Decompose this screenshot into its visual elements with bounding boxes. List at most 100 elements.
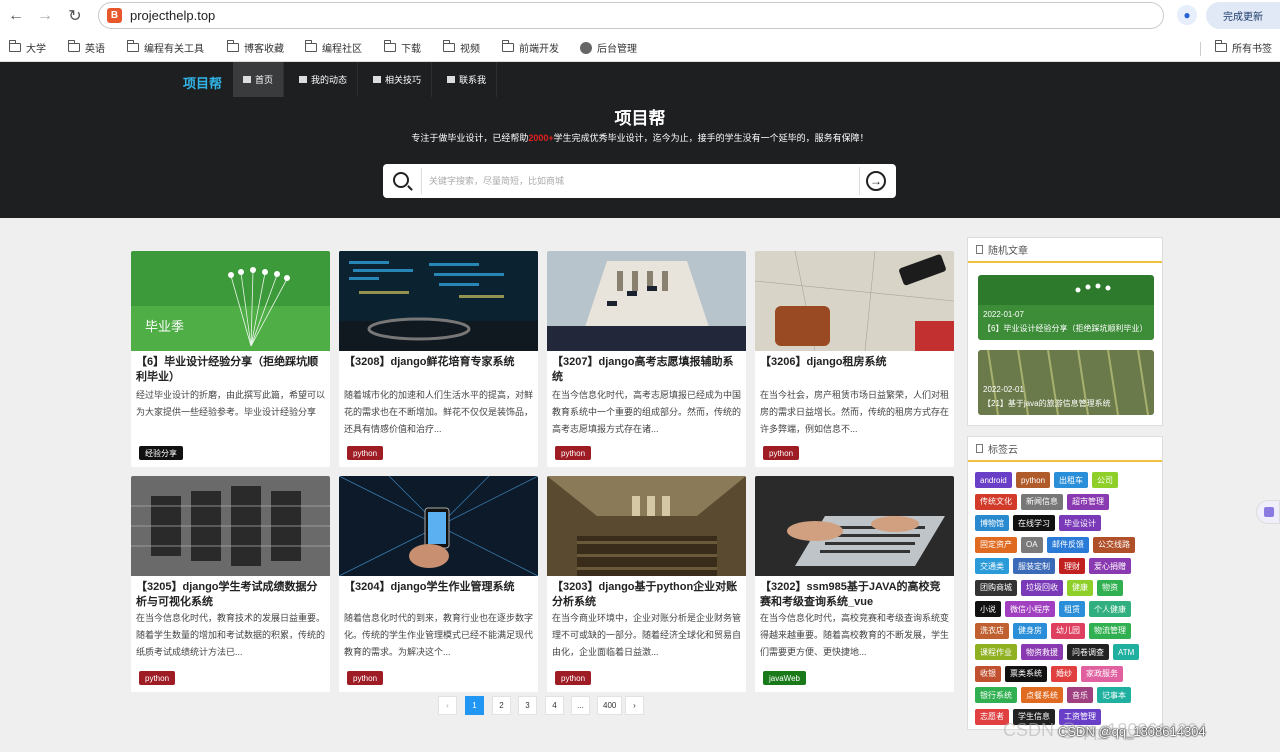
tag-item[interactable]: 爱心捐赠 bbox=[1089, 558, 1131, 574]
profile-icon[interactable]: ● bbox=[1177, 5, 1197, 25]
floating-assistant-icon[interactable] bbox=[1256, 500, 1280, 524]
card-title[interactable]: 【3208】django鲜花培育专家系统 bbox=[344, 355, 534, 370]
search-submit-button[interactable]: → bbox=[859, 167, 887, 195]
tag-item[interactable]: 洗衣店 bbox=[975, 622, 1009, 639]
tag-item[interactable]: 在线学习 bbox=[1013, 515, 1055, 531]
tag-item[interactable]: 博物馆 bbox=[975, 515, 1009, 531]
pagination-page-2[interactable]: 2 bbox=[492, 696, 511, 715]
tag-item[interactable]: 收银 bbox=[975, 665, 1001, 682]
tag-item[interactable]: OA bbox=[1021, 536, 1043, 553]
bookmark-folder[interactable]: 编程有关工具 bbox=[126, 40, 204, 55]
tag-item[interactable]: 理财 bbox=[1059, 558, 1085, 574]
reload-icon[interactable]: ↻ bbox=[63, 4, 87, 28]
all-bookmarks[interactable]: 所有书签 bbox=[1214, 40, 1272, 55]
tag-item[interactable]: 健康 bbox=[1067, 579, 1093, 596]
address-bar[interactable]: B projecthelp.top bbox=[98, 2, 1164, 29]
card-tag[interactable]: python bbox=[763, 446, 800, 460]
bookmark-folder[interactable]: 大学 bbox=[8, 40, 46, 55]
bookmark-folder[interactable]: 前端开发 bbox=[501, 40, 559, 55]
article-card[interactable]: 【3205】django学生考试成绩数据分析与可视化系统 在当今信息化时代，教育… bbox=[131, 476, 330, 692]
card-tag[interactable]: python bbox=[347, 671, 384, 685]
pagination-page-last[interactable]: 400 bbox=[597, 696, 623, 715]
tag-item[interactable]: 家政服务 bbox=[1081, 665, 1123, 682]
bookmark-folder[interactable]: 视频 bbox=[442, 40, 480, 55]
card-tag[interactable]: 经验分享 bbox=[139, 446, 183, 460]
tag-item[interactable]: android bbox=[975, 472, 1012, 488]
tag-item[interactable]: 公司 bbox=[1092, 472, 1118, 488]
card-tag[interactable]: python bbox=[555, 671, 592, 685]
card-tag[interactable]: python bbox=[139, 671, 176, 685]
tag-item[interactable]: python bbox=[1016, 472, 1051, 488]
article-card[interactable]: 【3206】django租房系统 在当今社会，房产租赁市场日益繁荣，人们对租房的… bbox=[755, 251, 954, 467]
pagination-page-4[interactable]: 4 bbox=[545, 696, 564, 715]
tag-item[interactable]: 垃圾回收 bbox=[1021, 579, 1063, 596]
tag-item[interactable]: 银行系统 bbox=[975, 687, 1017, 703]
tag-item[interactable]: 出租车 bbox=[1054, 472, 1088, 488]
tag-item[interactable]: ATM bbox=[1113, 644, 1140, 660]
tag-item[interactable]: 交通类 bbox=[975, 558, 1009, 574]
tag-item[interactable]: 健身房 bbox=[1013, 622, 1047, 639]
random-article[interactable]: 2022-01-07 【6】毕业设计经验分享（拒绝踩坑顺利毕业） bbox=[978, 275, 1154, 340]
tag-item[interactable]: 课程作业 bbox=[975, 644, 1017, 660]
tag-item[interactable]: 记事本 bbox=[1097, 687, 1131, 703]
nav-contact[interactable]: 联系我 bbox=[437, 62, 498, 97]
article-card[interactable]: 【3207】django高考志愿填报辅助系统 在当今信息化时代，高考志愿填报已经… bbox=[547, 251, 746, 467]
card-description: 在当今信息化时代，高考志愿填报已经成为中国教育系统中一个重要的组成部分。然而，传… bbox=[552, 390, 742, 434]
site-logo[interactable]: 项目帮 bbox=[183, 73, 222, 92]
bookmark-folder[interactable]: 博客收藏 bbox=[226, 40, 284, 55]
bookmark-link[interactable]: 后台管理 bbox=[580, 40, 637, 55]
forward-icon[interactable]: → bbox=[33, 4, 57, 28]
tag-item[interactable]: 邮件反馈 bbox=[1047, 536, 1089, 553]
tag-item[interactable]: 票类系统 bbox=[1005, 665, 1047, 682]
tag-item[interactable]: 个人健康 bbox=[1089, 601, 1131, 617]
pagination-next[interactable]: › bbox=[625, 696, 644, 715]
tag-item[interactable]: 微信小程序 bbox=[1005, 601, 1055, 617]
article-card[interactable]: 【3208】django鲜花培育专家系统 随着城市化的加速和人们生活水平的提高，… bbox=[339, 251, 538, 467]
bookmark-folder[interactable]: 下载 bbox=[383, 40, 421, 55]
random-article[interactable]: 2022-02-01 【21】基于java的旅游信息管理系统 bbox=[978, 350, 1154, 415]
tag-item[interactable]: 音乐 bbox=[1067, 687, 1093, 703]
tag-item[interactable]: 传统文化 bbox=[975, 493, 1017, 510]
bookmark-folder[interactable]: 编程社区 bbox=[304, 40, 362, 55]
tag-item[interactable]: 新闻信息 bbox=[1021, 493, 1063, 510]
back-icon[interactable]: ← bbox=[4, 4, 28, 28]
tag-item[interactable]: 物资 bbox=[1097, 579, 1123, 596]
card-title[interactable]: 【3202】ssm985基于JAVA的高校竞赛和考级查询系统_vue bbox=[760, 580, 950, 610]
card-title[interactable]: 【3204】django学生作业管理系统 bbox=[344, 580, 534, 595]
nav-tips[interactable]: 相关技巧 bbox=[363, 62, 433, 97]
tag-item[interactable]: 婚纱 bbox=[1051, 665, 1077, 682]
card-tag[interactable]: javaWeb bbox=[763, 671, 806, 685]
pagination-page-3[interactable]: 3 bbox=[518, 696, 537, 715]
article-card[interactable]: 【3203】django基于python企业对账分析系统 在当今商业环境中，企业… bbox=[547, 476, 746, 692]
tag-item[interactable]: 服装定制 bbox=[1013, 558, 1055, 574]
card-title[interactable]: 【3205】django学生考试成绩数据分析与可视化系统 bbox=[136, 580, 326, 610]
tag-item[interactable]: 固定资产 bbox=[975, 536, 1017, 553]
tag-item[interactable]: 小说 bbox=[975, 601, 1001, 617]
tag-item[interactable]: 超市管理 bbox=[1067, 493, 1109, 510]
article-card[interactable]: 【3204】django学生作业管理系统 随着信息化时代的到来，教育行业也在逐步… bbox=[339, 476, 538, 692]
pagination-prev[interactable]: ‹ bbox=[438, 696, 457, 715]
article-card[interactable]: 【3202】ssm985基于JAVA的高校竞赛和考级查询系统_vue 在当今信息… bbox=[755, 476, 954, 692]
card-tag[interactable]: python bbox=[347, 446, 384, 460]
tag-item[interactable]: 团购商城 bbox=[975, 579, 1017, 596]
tag-item[interactable]: 租赁 bbox=[1059, 601, 1085, 617]
tag-item[interactable]: 幼儿园 bbox=[1051, 622, 1085, 639]
nav-home[interactable]: 首页 bbox=[233, 62, 285, 97]
search-input[interactable] bbox=[429, 171, 849, 191]
tag-item[interactable]: 物流管理 bbox=[1089, 622, 1131, 639]
tag-item[interactable]: 点餐系统 bbox=[1021, 687, 1063, 703]
article-card[interactable]: 毕业季 【6】毕业设计经验分享（拒绝踩坑顺利毕业） 经过毕业设计的折磨，由此撰写… bbox=[131, 251, 330, 467]
update-button[interactable]: 完成更新 bbox=[1206, 2, 1280, 29]
bookmark-folder[interactable]: 英语 bbox=[67, 40, 105, 55]
card-title[interactable]: 【3203】django基于python企业对账分析系统 bbox=[552, 580, 742, 610]
tag-item[interactable]: 物资救援 bbox=[1021, 644, 1063, 660]
card-title[interactable]: 【3206】django租房系统 bbox=[760, 355, 950, 370]
card-title[interactable]: 【3207】django高考志愿填报辅助系统 bbox=[552, 355, 742, 385]
nav-activity[interactable]: 我的动态 bbox=[289, 62, 359, 97]
tag-item[interactable]: 毕业设计 bbox=[1059, 515, 1101, 531]
tag-item[interactable]: 问卷调查 bbox=[1067, 644, 1109, 660]
card-tag[interactable]: python bbox=[555, 446, 592, 460]
pagination-page-1[interactable]: 1 bbox=[465, 696, 484, 715]
tag-item[interactable]: 公交线路 bbox=[1093, 536, 1135, 553]
card-title[interactable]: 【6】毕业设计经验分享（拒绝踩坑顺利毕业） bbox=[136, 355, 326, 385]
